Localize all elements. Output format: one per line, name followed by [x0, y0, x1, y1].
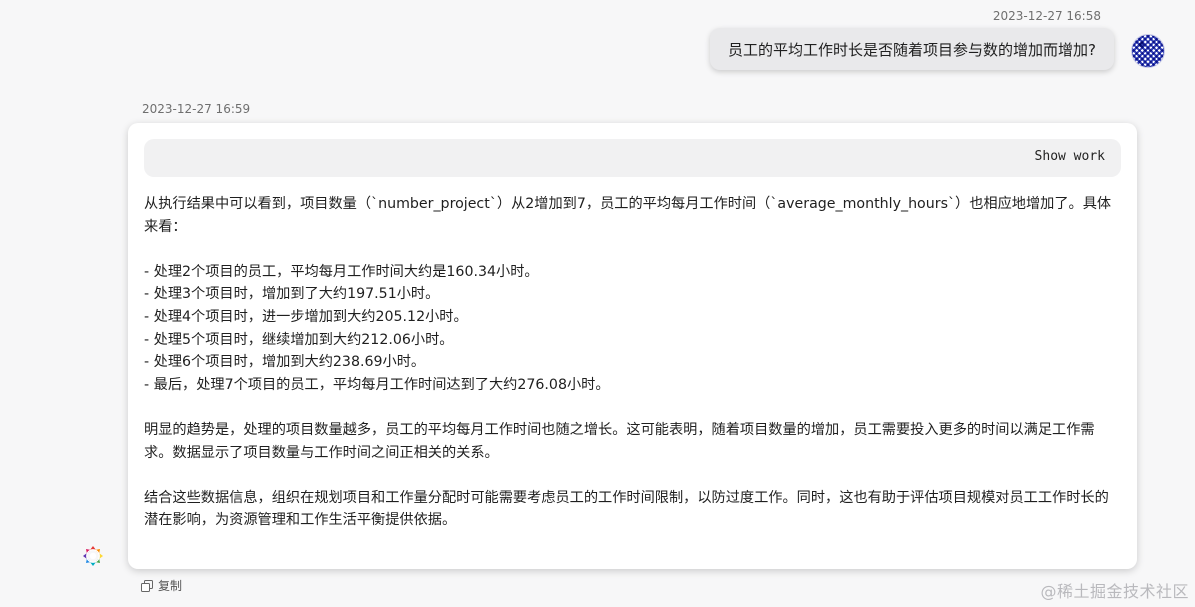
- list-item: - 处理4个项目时，进一步增加到大约205.12小时。: [144, 308, 468, 325]
- assistant-message-card: Show work 从执行结果中可以看到，项目数量（`number_projec…: [128, 123, 1137, 569]
- user-message-timestamp: 2023-12-27 16:58: [992, 9, 1101, 23]
- paragraph: 从执行结果中可以看到，项目数量（`number_project`）从2增加到7，…: [144, 196, 1112, 235]
- list-item: - 处理3个项目时，增加到了大约197.51小时。: [144, 286, 440, 303]
- assistant-logo-icon: [83, 546, 103, 566]
- show-work-button[interactable]: Show work: [1035, 149, 1105, 164]
- copy-icon: [141, 579, 153, 592]
- list-item: - 处理2个项目的员工，平均每月工作时间大约是160.34小时。: [144, 263, 539, 280]
- user-message-text: 员工的平均工作时长是否随着项目参与数的增加而增加?: [728, 40, 1096, 59]
- user-avatar[interactable]: [1131, 34, 1165, 68]
- assistant-message-content: 从执行结果中可以看到，项目数量（`number_project`）从2增加到7，…: [144, 193, 1121, 532]
- show-work-panel[interactable]: Show work: [144, 139, 1121, 177]
- list-item: - 最后，处理7个项目的员工，平均每月工作时间达到了大约276.08小时。: [144, 376, 610, 393]
- paragraph: 明显的趋势是，处理的项目数量越多，员工的平均每月工作时间也随之增长。这可能表明，…: [144, 421, 1095, 461]
- copy-button[interactable]: 复制: [141, 577, 182, 594]
- copy-label: 复制: [158, 579, 183, 593]
- watermark: @稀土掘金技术社区: [1040, 582, 1189, 601]
- list-item: - 处理5个项目时，继续增加到大约212.06小时。: [144, 331, 454, 348]
- user-message-bubble: 员工的平均工作时长是否随着项目参与数的增加而增加?: [710, 28, 1114, 70]
- assistant-message-timestamp: 2023-12-27 16:59: [142, 102, 251, 116]
- paragraph: 结合这些数据信息，组织在规划项目和工作量分配时可能需要考虑员工的工作时间限制，以…: [144, 489, 1109, 529]
- list-item: - 处理6个项目时，增加到大约238.69小时。: [144, 354, 426, 371]
